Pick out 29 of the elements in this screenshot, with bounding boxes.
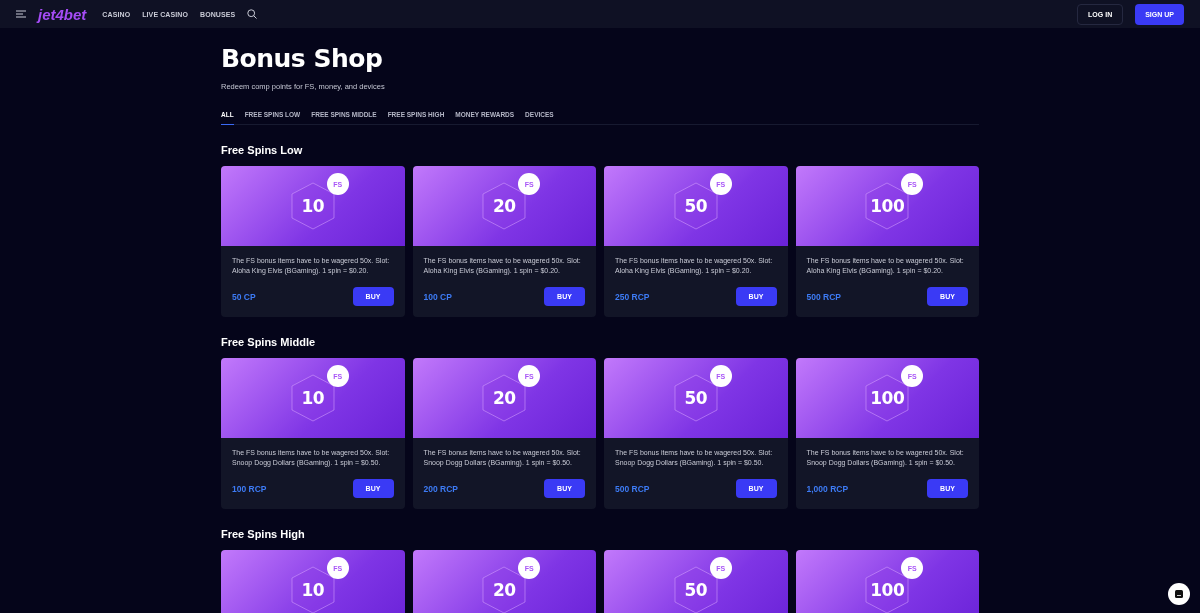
spin-count: 10: [301, 580, 325, 600]
price: 1,000 RCP: [806, 483, 849, 494]
search-icon[interactable]: [247, 9, 258, 19]
price: 500 RCP: [806, 291, 841, 302]
logo[interactable]: jet4bet: [38, 5, 87, 23]
section-heading: Free Spins High: [221, 528, 306, 540]
spin-count: 50: [684, 580, 708, 600]
menu-icon[interactable]: [16, 10, 26, 18]
spin-count: 100: [870, 388, 905, 408]
chat-icon: [1174, 589, 1184, 599]
chat-button[interactable]: [1168, 583, 1190, 605]
spin-count: 100: [870, 580, 905, 600]
page-title: Bonus Shop: [221, 44, 384, 73]
spin-count: 10: [301, 196, 325, 216]
price: 50 CP: [232, 291, 256, 302]
price: 200 RCP: [423, 483, 458, 494]
spin-count: 100: [870, 196, 905, 216]
price: 100 CP: [423, 291, 452, 302]
price: 100 RCP: [232, 483, 267, 494]
spin-count: 20: [492, 388, 516, 408]
spin-count: 10: [301, 388, 325, 408]
spin-count: 50: [684, 388, 708, 408]
price: 500 RCP: [615, 483, 650, 494]
price: 250 RCP: [615, 291, 650, 302]
section-heading: Free Spins Low: [221, 144, 304, 156]
spin-count: 20: [492, 580, 516, 600]
section-heading: Free Spins Middle: [221, 336, 317, 348]
spin-count: 20: [492, 196, 516, 216]
spin-count: 50: [684, 196, 708, 216]
